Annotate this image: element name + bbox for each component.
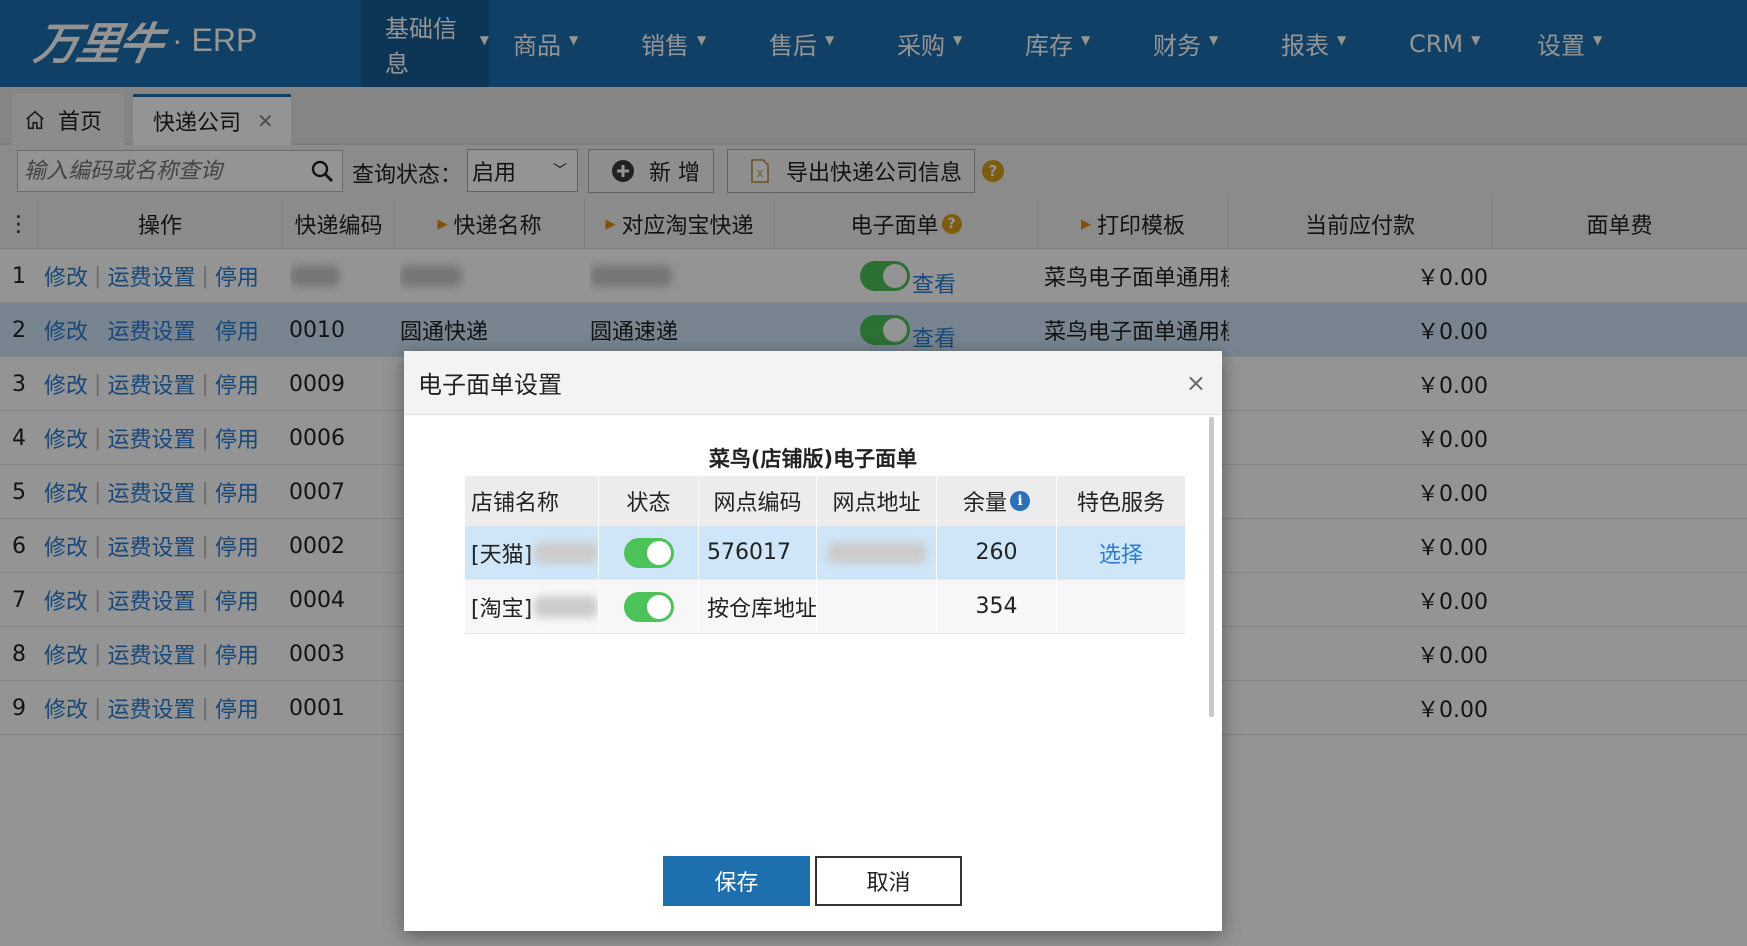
shop-status-toggle[interactable] xyxy=(623,537,674,568)
cancel-button[interactable]: 取消 xyxy=(815,856,962,906)
status-cell xyxy=(599,580,699,633)
dialog-subtitle: 菜鸟(店铺版)电子面单 xyxy=(708,447,918,471)
site-code-cell: 576017 xyxy=(699,526,817,579)
header-site-address: 网点地址 xyxy=(817,476,937,526)
header-service: 特色服务 xyxy=(1076,491,1165,516)
shop-name-cell: [天猫] xyxy=(465,526,599,579)
blurred-text xyxy=(534,541,598,564)
shop-table-header: 店铺名称 状态 网点编码 网点地址 余量 i 特色服务 xyxy=(465,476,1185,526)
balance-cell: 260 xyxy=(937,526,1057,579)
site-address-cell xyxy=(817,580,937,633)
dialog-title: 电子面单设置 xyxy=(418,371,562,399)
balance-cell: 354 xyxy=(937,580,1057,633)
close-icon[interactable]: × xyxy=(1186,369,1206,397)
shop-table: 店铺名称 状态 网点编码 网点地址 余量 i 特色服务 [天猫] 576017 2… xyxy=(465,476,1185,634)
header-status: 状态 xyxy=(599,476,699,526)
shop-name: [淘宝] xyxy=(471,596,533,622)
save-button[interactable]: 保存 xyxy=(663,856,810,906)
header-balance: 余量 i xyxy=(937,476,1057,526)
shop-status-toggle[interactable] xyxy=(623,591,674,622)
dialog-footer: 保存 取消 xyxy=(404,856,1222,906)
shop-name-cell: [淘宝] xyxy=(465,580,599,633)
header-label: 余量 xyxy=(962,491,1007,516)
site-address-cell xyxy=(817,526,937,579)
site-code-cell: 按仓库地址l xyxy=(699,580,817,633)
service-cell xyxy=(1057,580,1185,633)
header-shop: 店铺名称 xyxy=(465,476,599,526)
dialog-header: 电子面单设置 xyxy=(404,351,1222,415)
shop-name: [天猫] xyxy=(471,542,533,568)
blurred-text xyxy=(534,595,598,618)
select-service-link[interactable]: 选择 xyxy=(1057,526,1185,579)
header-site-code: 网点编码 xyxy=(699,476,817,526)
status-cell xyxy=(599,526,699,579)
shop-row[interactable]: [淘宝] 按仓库地址l 354 xyxy=(465,580,1185,634)
shop-row[interactable]: [天猫] 576017 260 选择 xyxy=(465,526,1185,580)
info-icon[interactable]: i xyxy=(1010,491,1030,511)
eorder-settings-dialog: 电子面单设置 × 菜鸟(店铺版)电子面单 店铺名称 状态 网点编码 网点地址 余… xyxy=(404,351,1222,931)
blurred-text xyxy=(826,541,927,564)
select-service-label: 选择 xyxy=(1098,542,1143,568)
